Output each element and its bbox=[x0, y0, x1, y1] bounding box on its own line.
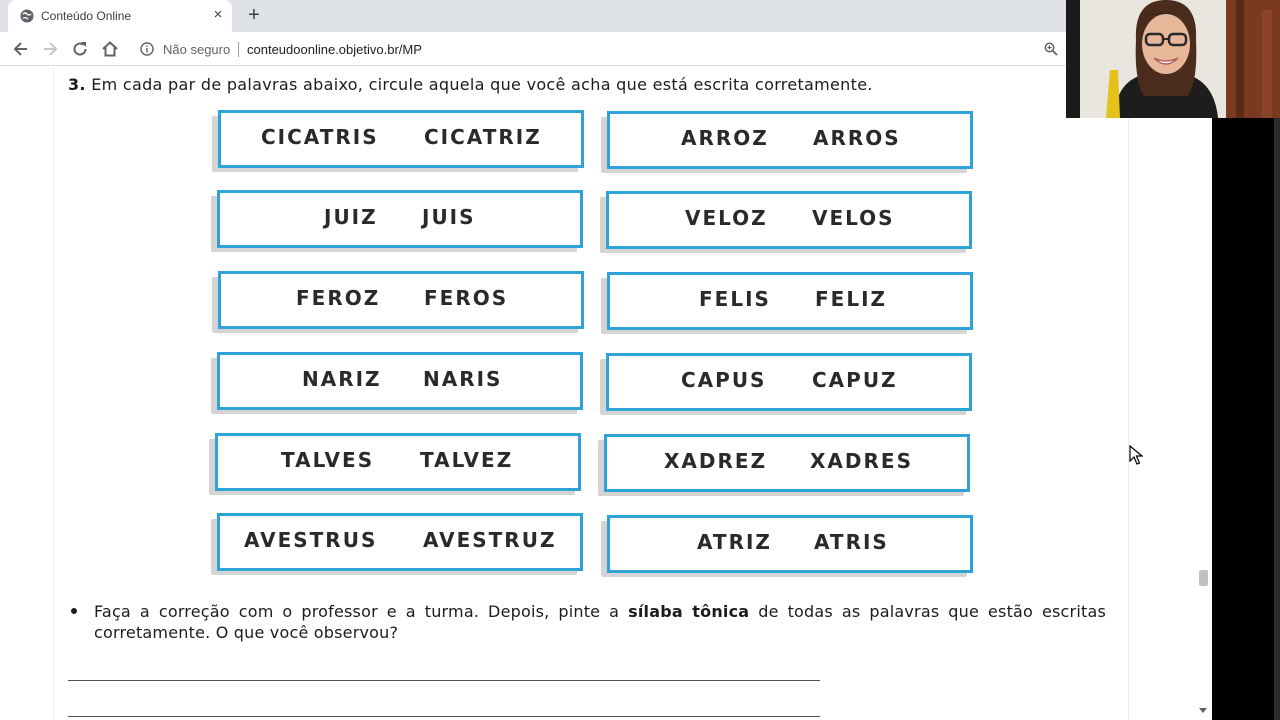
info-icon[interactable] bbox=[140, 42, 154, 56]
word-pair-card: FELIS FELIZ bbox=[601, 272, 973, 334]
word-option[interactable]: FELIZ bbox=[815, 287, 887, 311]
word-option[interactable]: FELIS bbox=[699, 287, 771, 311]
word-pair-card: ARROZ ARROS bbox=[601, 111, 973, 173]
word-option[interactable]: FEROZ bbox=[296, 286, 380, 310]
word-option[interactable]: VELOZ bbox=[685, 206, 768, 230]
close-icon[interactable]: × bbox=[210, 7, 226, 23]
forward-arrow-icon[interactable] bbox=[40, 39, 60, 59]
word-option[interactable]: NARIZ bbox=[302, 367, 382, 391]
tab-strip: Conteúdo Online × + bbox=[0, 0, 1066, 32]
mouse-cursor-icon bbox=[1129, 445, 1143, 465]
word-option[interactable]: CICATRIS bbox=[261, 125, 379, 149]
word-option[interactable]: CAPUS bbox=[681, 368, 766, 392]
divider bbox=[238, 42, 239, 57]
word-option[interactable]: ARROS bbox=[813, 126, 901, 150]
exercise-instruction: 3. Em cada par de palavras abaixo, circu… bbox=[68, 75, 873, 94]
followup-instruction: Faça a correção com o professor e a turm… bbox=[94, 601, 1106, 643]
reload-icon[interactable] bbox=[70, 39, 90, 59]
word-option[interactable]: AVESTRUS bbox=[244, 528, 377, 552]
word-pair-card: TALVES TALVEZ bbox=[209, 433, 581, 495]
bullet-dot bbox=[71, 608, 77, 614]
word-pair-card: CICATRIS CICATRIZ bbox=[212, 110, 584, 172]
exercise-number: 3. bbox=[68, 75, 86, 94]
word-option[interactable]: XADREZ bbox=[664, 449, 767, 473]
tab-title: Conteúdo Online bbox=[41, 9, 132, 23]
word-option[interactable]: NARIS bbox=[423, 367, 502, 391]
answer-line[interactable] bbox=[68, 716, 820, 717]
word-pair-card: VELOZ VELOS bbox=[600, 191, 972, 253]
followup-text-bold: sílaba tônica bbox=[628, 602, 750, 621]
word-option[interactable]: JUIZ bbox=[324, 205, 378, 229]
word-pair-card: ATRIZ ATRIS bbox=[601, 515, 973, 577]
word-option[interactable]: XADRES bbox=[810, 449, 913, 473]
word-option[interactable]: CAPUZ bbox=[812, 368, 898, 392]
scroll-down-arrow-icon[interactable] bbox=[1198, 705, 1208, 715]
word-pair-card: JUIZ JUIS bbox=[211, 190, 583, 252]
word-option[interactable]: TALVEZ bbox=[420, 448, 513, 472]
screen-edge bbox=[1274, 118, 1280, 720]
word-option[interactable]: ATRIS bbox=[814, 530, 889, 554]
word-option[interactable]: ARROZ bbox=[681, 126, 769, 150]
presenter-video bbox=[1066, 0, 1280, 118]
word-option[interactable]: ATRIZ bbox=[697, 530, 772, 554]
word-pair-card: NARIZ NARIS bbox=[211, 352, 583, 414]
security-status[interactable]: Não seguro bbox=[163, 42, 230, 57]
word-pair-card: FEROZ FEROS bbox=[212, 271, 584, 333]
back-arrow-icon[interactable] bbox=[11, 39, 31, 59]
screen-border bbox=[1212, 118, 1280, 720]
address-bar[interactable]: Não seguro conteudoonline.objetivo.br/MP bbox=[130, 35, 1066, 63]
globe-icon bbox=[20, 9, 34, 23]
scroll-thumb[interactable] bbox=[1199, 570, 1208, 586]
word-option[interactable]: TALVES bbox=[281, 448, 374, 472]
browser-tab[interactable]: Conteúdo Online × bbox=[8, 0, 232, 32]
instruction-text: Em cada par de palavras abaixo, circule … bbox=[91, 75, 873, 94]
word-option[interactable]: FEROS bbox=[424, 286, 508, 310]
vertical-scrollbar[interactable] bbox=[1194, 118, 1212, 720]
word-pair-card: AVESTRUS AVESTRUZ bbox=[211, 513, 583, 575]
followup-text-start: Faça a correção com o professor e a turm… bbox=[94, 602, 629, 621]
url-text[interactable]: conteudoonline.objetivo.br/MP bbox=[247, 42, 422, 57]
answer-line[interactable] bbox=[68, 680, 820, 681]
word-option[interactable]: VELOS bbox=[812, 206, 895, 230]
browser-toolbar: Não seguro conteudoonline.objetivo.br/MP bbox=[0, 32, 1066, 66]
word-option[interactable]: CICATRIZ bbox=[424, 125, 542, 149]
word-pair-card: CAPUS CAPUZ bbox=[600, 353, 972, 415]
word-option[interactable]: JUIS bbox=[422, 205, 476, 229]
word-option[interactable]: AVESTRUZ bbox=[423, 528, 556, 552]
page-viewport: 3. Em cada par de palavras abaixo, circu… bbox=[0, 67, 1212, 720]
zoom-icon[interactable] bbox=[1044, 42, 1058, 56]
webcam-overlay bbox=[1066, 0, 1280, 118]
home-icon[interactable] bbox=[100, 39, 120, 59]
word-pair-card: XADREZ XADRES bbox=[598, 434, 970, 496]
plus-icon[interactable]: + bbox=[244, 5, 264, 26]
